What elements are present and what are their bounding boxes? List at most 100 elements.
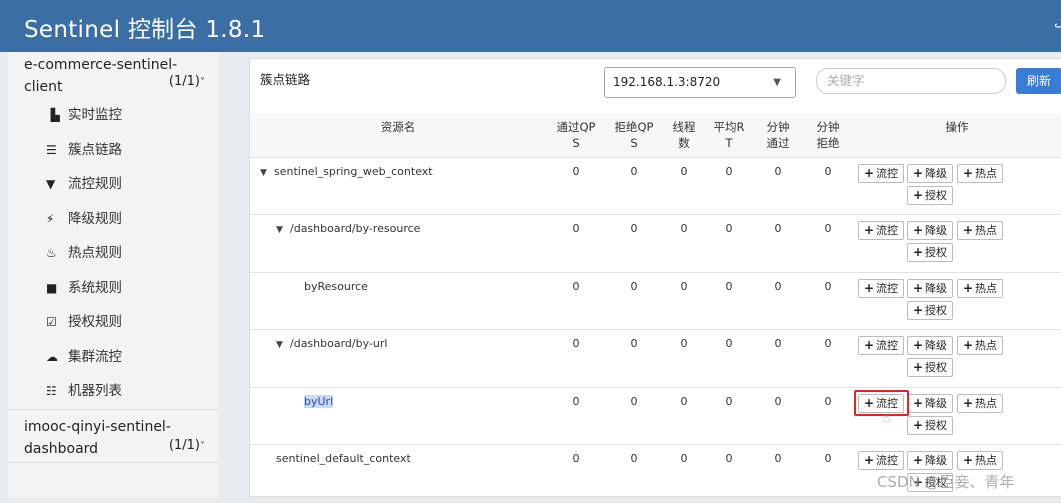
plus-icon: + (912, 417, 924, 432)
auth-rule-button[interactable]: + 授权 (907, 243, 953, 262)
col-threads: 线程数 (662, 113, 706, 158)
button-label: 流控 (876, 166, 899, 180)
hot-rule-button[interactable]: + 热点 (957, 393, 1003, 413)
block-qps-cell: 0 (606, 329, 662, 388)
page-title: 簇点链路 (260, 72, 311, 87)
hot-rule-button[interactable]: + 热点 (957, 278, 1003, 298)
sidebar-item-machine-list[interactable]: ☷ 机器列表 (8, 374, 219, 409)
sidebar-divider (8, 461, 219, 463)
minute-block-cell: 0 (804, 444, 852, 503)
hot-rule-button[interactable]: + 热点 (957, 336, 1003, 355)
sidebar-item-degrade-rules[interactable]: ⚡ 降级规则 (8, 202, 219, 237)
col-minute-block: 分钟 拒绝 (804, 113, 852, 158)
col-pass-qps: 通过QP S (546, 113, 606, 158)
sidebar-item-cluster-flow[interactable]: ☁ 集群流控 (8, 340, 219, 375)
plus-icon: + (912, 453, 924, 467)
expand-caret-icon[interactable]: ▼ (260, 168, 274, 178)
flow-rule-button[interactable]: + 流控 (858, 163, 904, 183)
degrade-rule-button[interactable]: + 降级 (907, 451, 953, 470)
table-row: ▼/dashboard/by-url 0 0 0 0 0 0 + 流控 + 降级 + 热点 + 授权 (250, 329, 1061, 388)
flash-icon: ⚡ (46, 211, 55, 226)
degrade-rule-button[interactable]: + 降级 (907, 163, 953, 183)
flow-rule-button[interactable]: + 流控 (858, 221, 904, 240)
expand-caret-icon[interactable]: ▼ (276, 225, 290, 235)
avg-rt-cell: 0 (706, 214, 752, 273)
plus-icon: + (912, 245, 924, 259)
sidebar-item-auth-rules[interactable]: ☑ 授权规则 (8, 305, 219, 340)
resource-name: byUrl (304, 394, 334, 408)
pass-qps-cell: 0 (546, 157, 606, 215)
avg-rt-cell: 0 (706, 387, 752, 445)
degrade-rule-button[interactable]: + 降级 (907, 393, 953, 413)
table-row: byResource 0 0 0 0 0 0 + 流控 + 降级 + 热点 + 授权 (250, 272, 1061, 330)
degrade-rule-button[interactable]: + 降级 (907, 336, 953, 355)
filter-icon: ▼ (46, 177, 56, 191)
sidebar-item-cluster-link[interactable]: ☰ 簇点链路 (8, 133, 219, 168)
plus-icon: + (962, 453, 974, 467)
pass-qps-cell: 0 (546, 444, 606, 503)
pass-qps-cell: 0 (546, 329, 606, 388)
app-group-ecommerce[interactable]: e-commerce-sentinel- client (1/1)˅ (8, 52, 219, 98)
sidebar-item-hot-rules[interactable]: ♨ 热点规则 (8, 236, 219, 271)
refresh-button[interactable]: 刷新 (1016, 68, 1061, 94)
briefcase-icon: ■ (46, 280, 58, 295)
hot-rule-button[interactable]: + 热点 (957, 163, 1003, 183)
minute-block-cell: 0 (804, 387, 852, 445)
resource-name-cell: ▼/dashboard/by-resource (250, 214, 546, 273)
machine-select[interactable]: 192.168.1.3:8720 ▼ (604, 67, 796, 98)
sidebar-item-realtime-monitor[interactable]: ▐▖ 实时监控 (8, 98, 219, 133)
plus-icon: + (912, 302, 924, 317)
fire-icon: ♨ (46, 246, 57, 260)
col-block-qps: 拒绝QP S (606, 113, 662, 158)
button-label: 降级 (925, 396, 948, 410)
degrade-rule-button[interactable]: + 降级 (907, 221, 953, 240)
button-label: 降级 (925, 339, 948, 352)
minute-pass-cell: 0 (752, 272, 804, 330)
button-label: 授权 (925, 188, 948, 202)
hot-rule-button[interactable]: + 热点 (957, 451, 1003, 470)
avg-rt-cell: 0 (706, 329, 752, 388)
logout-icon[interactable]: ↪ (1054, 20, 1061, 35)
actions-cell: + 流控 + 降级 + 热点 + 授权 (852, 329, 1061, 388)
app-title: Sentinel 控制台 1.8.1 (24, 17, 266, 43)
button-label: 降级 (925, 166, 948, 180)
expand-caret-icon[interactable]: ▼ (276, 340, 290, 350)
app-group-imooc[interactable]: imooc-qinyi-sentinel- dashboard (1/1)˅ (8, 410, 219, 462)
threads-cell: 0 (662, 387, 706, 445)
hot-rule-button[interactable]: + 热点 (957, 221, 1003, 240)
chevron-down-icon: ˅ (200, 440, 205, 452)
plus-icon: + (962, 223, 974, 237)
minute-block-cell: 0 (804, 272, 852, 330)
resource-name-cell: byResource (250, 272, 546, 330)
resource-table: 资源名 通过QP S 拒绝QP S 线程数 平均R T 分钟 通过 分钟 拒绝 操作 ▼ s… (250, 113, 1061, 503)
sidebar: e-commerce-sentinel- client (1/1)˅ ▐▖ 实时监… (8, 52, 219, 497)
button-label: 热点 (975, 339, 998, 352)
threads-cell: 0 (662, 329, 706, 388)
auth-rule-button[interactable]: + 授权 (907, 415, 953, 435)
minute-pass-cell: 0 (752, 157, 804, 215)
plus-icon: + (962, 280, 974, 295)
button-label: 流控 (876, 224, 899, 237)
col-actions: 操作 (852, 113, 1061, 158)
auth-rule-button[interactable]: + 授权 (907, 185, 953, 205)
cloud-icon: ☁ (46, 349, 58, 364)
flow-rule-button[interactable]: + 流控 (858, 451, 904, 470)
auth-rule-button[interactable]: + 授权 (907, 358, 953, 377)
list-icon: ☰ (46, 142, 57, 157)
app-count: (1/1)˅ (168, 437, 205, 453)
button-label: 降级 (925, 281, 948, 295)
minute-pass-cell: 0 (752, 329, 804, 388)
sidebar-item-system-rules[interactable]: ■ 系统规则 (8, 271, 219, 306)
minute-pass-cell: 0 (752, 444, 804, 503)
degrade-rule-button[interactable]: + 降级 (907, 278, 953, 298)
bar-chart-icon: ▐▖ (46, 108, 65, 122)
threads-cell: 0 (662, 214, 706, 273)
auth-rule-button[interactable]: + 授权 (907, 300, 953, 320)
search-input[interactable]: 关键字 (816, 68, 1006, 94)
flow-rule-button[interactable]: + 流控 (858, 278, 904, 298)
th-list-icon: ☷ (46, 384, 57, 398)
plus-icon: + (912, 223, 924, 237)
flow-rule-button[interactable]: + 流控 (858, 336, 904, 355)
mouse-cursor-icon: ☝ (882, 409, 891, 426)
sidebar-item-flow-rules[interactable]: ▼ 流控规则 (8, 167, 219, 202)
